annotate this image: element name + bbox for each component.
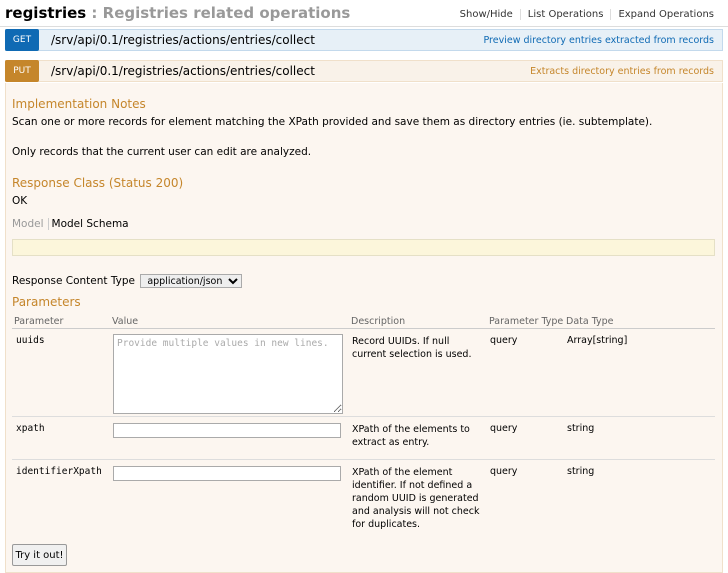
tab-model[interactable]: Model	[12, 218, 49, 230]
param-name-uuids: uuids	[16, 335, 45, 346]
get-operation-bar[interactable]: GET /srv/api/0.1/registries/actions/entr…	[5, 29, 723, 51]
model-tabs: Model Model Schema	[12, 218, 129, 230]
response-content-type-label: Response Content Type	[12, 275, 135, 287]
put-operation-bar[interactable]: PUT /srv/api/0.1/registries/actions/entr…	[5, 60, 723, 82]
implementation-notes-edit-text: Only records that the current user can e…	[12, 146, 312, 158]
put-operation-path[interactable]: /srv/api/0.1/registries/actions/entries/…	[51, 64, 315, 78]
identifier-xpath-input[interactable]	[113, 466, 341, 481]
param-name-identifier-xpath: identifierXpath	[16, 466, 102, 477]
tab-model-schema[interactable]: Model Schema	[49, 218, 129, 230]
implementation-notes-heading: Implementation Notes	[12, 97, 146, 111]
param-type: query	[490, 466, 518, 477]
parameters-table-header: Parameter Value Description Parameter Ty…	[12, 315, 715, 329]
param-name-xpath: xpath	[16, 423, 45, 434]
put-operation-summary[interactable]: Extracts directory entries from records	[530, 66, 714, 77]
resource-title[interactable]: registries : Registries related operatio…	[5, 4, 350, 22]
list-operations-link[interactable]: List Operations	[520, 9, 612, 20]
table-row: xpath XPath of the elements to extract a…	[12, 417, 715, 460]
xpath-input[interactable]	[113, 423, 341, 438]
model-schema-box	[12, 239, 715, 256]
table-row: uuids Record UUIDs. If null current sele…	[12, 329, 715, 417]
data-type: string	[567, 423, 595, 434]
table-row: identifierXpath XPath of the element ide…	[12, 460, 715, 538]
resource-links: Show/Hide List Operations Expand Operation…	[452, 9, 714, 20]
param-type: query	[490, 423, 518, 434]
get-method-badge[interactable]: GET	[5, 29, 39, 51]
col-data-type: Data Type	[566, 316, 614, 327]
show-hide-link[interactable]: Show/Hide	[452, 9, 521, 20]
col-value: Value	[112, 316, 139, 327]
get-operation-summary[interactable]: Preview directory entries extracted from…	[484, 35, 715, 46]
implementation-notes-text: Scan one or more records for element mat…	[12, 116, 653, 128]
parameters-heading: Parameters	[12, 295, 81, 309]
response-content-type-select[interactable]: application/json	[140, 274, 243, 288]
put-operation-content: Implementation Notes Scan one or more re…	[5, 83, 723, 573]
try-it-out-button[interactable]: Try it out!	[12, 544, 67, 566]
response-content-type: Response Content Type application/json	[12, 274, 243, 288]
resource-header: registries : Registries related operatio…	[0, 0, 728, 27]
put-method-badge[interactable]: PUT	[5, 60, 39, 82]
uuids-textarea[interactable]	[113, 334, 343, 414]
param-type: query	[490, 335, 518, 346]
get-operation-path[interactable]: /srv/api/0.1/registries/actions/entries/…	[51, 33, 315, 47]
col-parameter-type: Parameter Type	[489, 316, 564, 327]
data-type: Array[string]	[567, 335, 628, 346]
param-description: XPath of the element identifier. If not …	[352, 467, 480, 530]
response-class-value: OK	[12, 195, 28, 207]
resource-description: : Registries related operations	[86, 4, 351, 22]
expand-operations-link[interactable]: Expand Operations	[611, 9, 714, 20]
param-description: Record UUIDs. If null current selection …	[352, 336, 472, 360]
response-class-heading: Response Class (Status 200)	[12, 176, 184, 190]
resource-name[interactable]: registries	[5, 4, 86, 22]
col-description: Description	[351, 316, 406, 327]
data-type: string	[567, 466, 595, 477]
param-description: XPath of the elements to extract as entr…	[352, 424, 470, 448]
col-parameter: Parameter	[14, 316, 64, 327]
